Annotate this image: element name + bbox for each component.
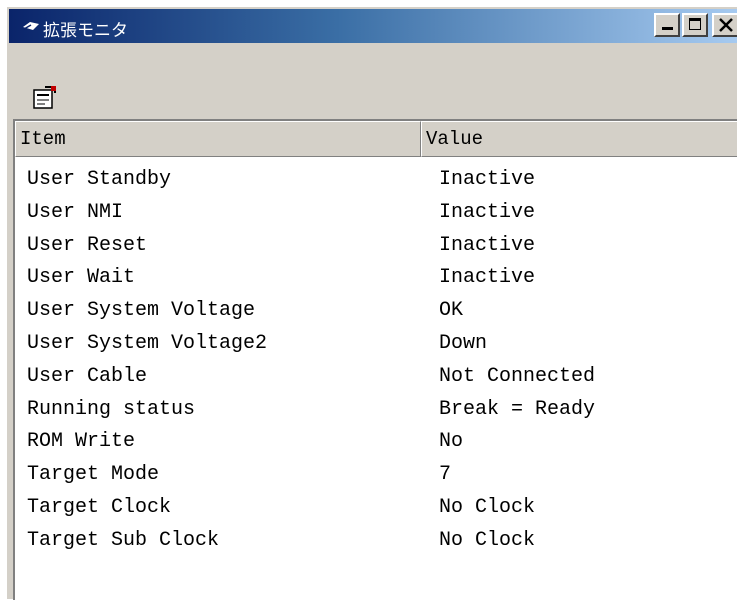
row-value: Inactive xyxy=(439,168,536,191)
row-item: User System Voltage xyxy=(27,299,256,323)
row-value: Inactive xyxy=(439,233,536,257)
minimize-icon xyxy=(662,27,673,30)
list-row[interactable]: ROM Write No xyxy=(15,427,737,460)
list-row[interactable]: User System Voltage OK xyxy=(15,296,737,329)
maximize-button[interactable] xyxy=(682,13,708,37)
row-value: Down xyxy=(439,331,488,355)
row-item: Target Mode xyxy=(27,463,160,487)
row-item: User Cable xyxy=(27,364,148,388)
list-row[interactable]: User Wait Inactive xyxy=(15,263,737,296)
row-item: User NMI xyxy=(27,200,124,224)
list-row[interactable]: Target Clock No Clock xyxy=(15,493,737,526)
row-value: No xyxy=(439,430,464,454)
list-row[interactable]: User NMI Inactive xyxy=(15,198,737,231)
app-chip-icon xyxy=(23,22,39,30)
close-button[interactable] xyxy=(712,13,737,37)
row-item: User Reset xyxy=(27,233,148,257)
monitor-list[interactable]: Item Value User Standby Inactive User NMI… xyxy=(13,119,737,600)
list-header: Item Value xyxy=(15,121,737,157)
list-row[interactable]: User Cable Not Connected xyxy=(15,362,737,395)
row-value: No Clock xyxy=(439,528,536,552)
window-title: 拡張モニタ xyxy=(43,21,128,41)
row-item: Target Sub Clock xyxy=(27,528,220,552)
extended-monitor-window: 拡張モニタ Item Value User Standby Inactive U… xyxy=(6,6,737,600)
list-row[interactable]: User Reset Inactive xyxy=(15,231,737,264)
row-value: Break = Ready xyxy=(439,397,596,421)
minimize-button[interactable] xyxy=(654,13,680,37)
column-header-item[interactable]: Item xyxy=(15,121,421,157)
row-value: OK xyxy=(439,299,464,323)
row-item: User Wait xyxy=(27,266,136,290)
title-bar[interactable]: 拡張モニタ xyxy=(9,9,737,43)
properties-icon[interactable] xyxy=(31,85,59,111)
row-item: User Standby xyxy=(27,168,172,191)
list-rows: User Standby Inactive User NMI Inactive Us… xyxy=(15,165,737,559)
list-row[interactable]: User System Voltage2 Down xyxy=(15,329,737,362)
row-value: Inactive xyxy=(439,200,536,224)
list-row[interactable]: Running status Break = Ready xyxy=(15,395,737,428)
column-header-value[interactable]: Value xyxy=(421,121,737,157)
row-item: Target Clock xyxy=(27,495,172,519)
list-row[interactable]: Target Mode 7 xyxy=(15,460,737,493)
row-value: Not Connected xyxy=(439,364,596,388)
maximize-icon xyxy=(689,18,701,30)
close-icon xyxy=(719,18,733,32)
row-item: Running status xyxy=(27,397,196,421)
list-row[interactable]: Target Sub Clock No Clock xyxy=(15,526,737,559)
row-value: No Clock xyxy=(439,495,536,519)
list-row[interactable]: User Standby Inactive xyxy=(15,165,737,198)
row-item: ROM Write xyxy=(27,430,136,454)
row-value: 7 xyxy=(439,463,452,487)
row-value: Inactive xyxy=(439,266,536,290)
row-item: User System Voltage2 xyxy=(27,331,268,355)
toolbar xyxy=(9,47,737,119)
